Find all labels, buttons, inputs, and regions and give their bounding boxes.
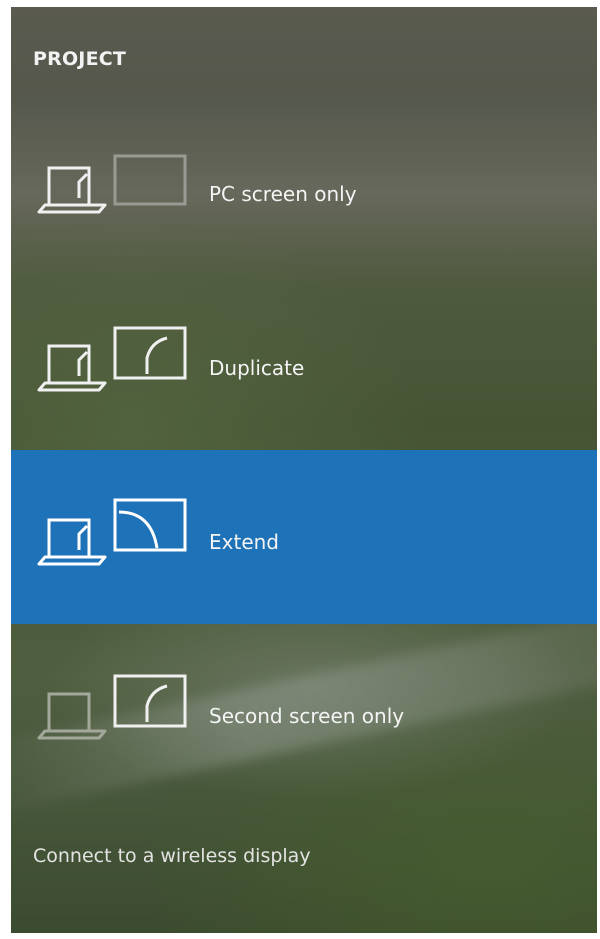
pc-screen-only-icon	[35, 102, 215, 276]
extend-icon	[35, 450, 215, 624]
second-screen-only-icon	[35, 624, 215, 798]
panel-title: PROJECT	[33, 48, 127, 70]
duplicate-icon	[35, 276, 215, 450]
option-label: Extend	[209, 530, 279, 554]
option-label: Second screen only	[209, 704, 405, 728]
option-second-screen-only[interactable]: Second screen only	[11, 624, 597, 798]
connect-wireless-display-link[interactable]: Connect to a wireless display	[33, 845, 311, 867]
option-extend[interactable]: Extend	[11, 450, 597, 624]
option-pc-screen-only[interactable]: PC screen only	[11, 102, 597, 276]
option-label: PC screen only	[209, 182, 357, 206]
option-duplicate[interactable]: Duplicate	[11, 276, 597, 450]
project-panel: PROJECT PC screen only Duplicate Extend …	[11, 7, 597, 933]
option-label: Duplicate	[209, 356, 305, 380]
